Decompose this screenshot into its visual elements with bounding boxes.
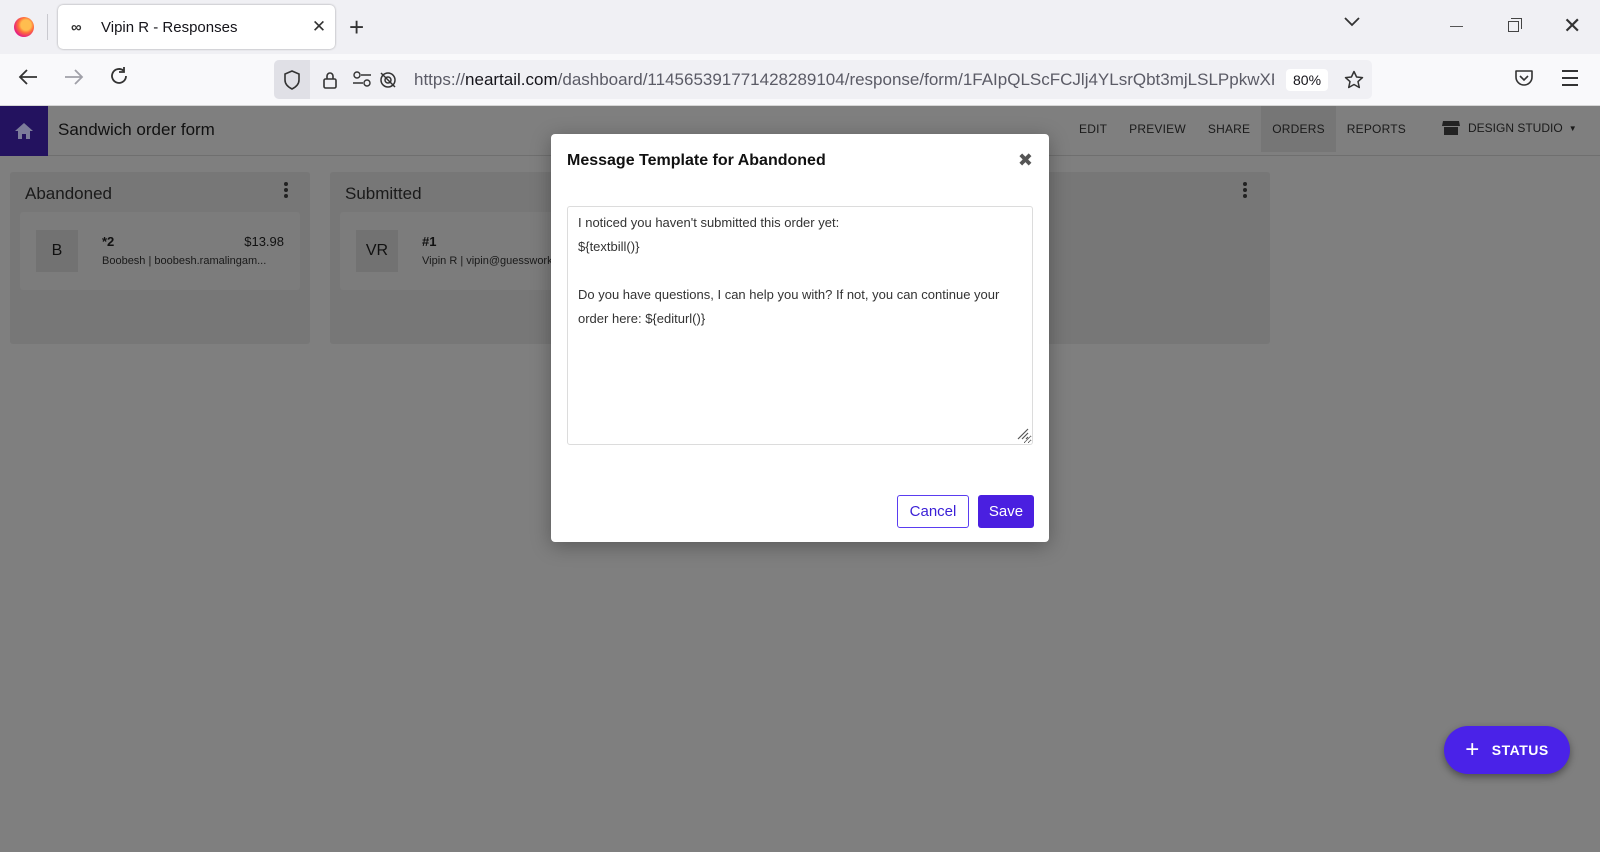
chevron-down-icon[interactable] — [1343, 15, 1361, 33]
order-price: $13.98 — [244, 234, 284, 249]
message-template-textarea[interactable]: I noticed you haven't submitted this ord… — [567, 206, 1033, 445]
column-submitted: Submitted VR #1 Vipin R | vipin@guesswor… — [330, 172, 570, 344]
order-number: *2 — [102, 234, 115, 249]
url-path: /dashboard/114565391771428289104/respons… — [557, 69, 1274, 89]
save-button[interactable]: Save — [978, 495, 1034, 528]
pocket-icon[interactable] — [1514, 69, 1534, 87]
bookmark-star-icon[interactable] — [1344, 70, 1364, 90]
close-icon[interactable]: ✖ — [1018, 150, 1033, 171]
lock-icon[interactable] — [322, 71, 338, 89]
home-icon — [15, 123, 33, 139]
close-tab-icon[interactable]: ✕ — [303, 17, 335, 37]
tab-separator — [47, 14, 48, 40]
order-card[interactable]: B *2 $13.98 Boobesh | boobesh.ramalingam… — [20, 212, 300, 290]
order-number: #1 — [422, 234, 437, 249]
browser-nav-bar: https://neartail.com/dashboard/114565391… — [0, 54, 1600, 106]
reload-icon[interactable] — [109, 65, 129, 93]
tracking-protection-shield-icon[interactable] — [274, 60, 310, 99]
caret-down-icon: ▼ — [1568, 123, 1577, 133]
order-customer: Vipin R | vipin@guesswork — [422, 255, 553, 267]
column-abandoned: Abandoned B *2 $13.98 Boobesh | boobesh.… — [10, 172, 310, 344]
resize-grip-icon[interactable] — [1015, 426, 1029, 440]
form-title: Sandwich order form — [58, 120, 215, 139]
more-vert-icon[interactable] — [1243, 182, 1247, 200]
close-window-icon[interactable]: ✕ — [1563, 14, 1581, 38]
infinity-icon: ∞ — [71, 18, 82, 36]
top-nav: EDIT PREVIEW SHARE ORDERS REPORTS — [1068, 106, 1417, 152]
design-studio-dropdown[interactable]: DESIGN STUDIO ▼ — [1442, 120, 1577, 136]
more-vert-icon[interactable] — [284, 182, 288, 200]
minimize-window-icon[interactable] — [1450, 26, 1463, 27]
message-template-dialog: Message Template for Abandoned ✖ I notic… — [551, 134, 1049, 542]
nav-reports[interactable]: REPORTS — [1336, 106, 1417, 152]
nav-preview[interactable]: PREVIEW — [1118, 106, 1197, 152]
avatar: VR — [356, 230, 398, 272]
browser-tab-bar: ∞ Vipin R - Responses ✕ + ✕ — [0, 0, 1600, 54]
plus-icon: + — [1465, 736, 1480, 763]
url-text[interactable]: https://neartail.com/dashboard/114565391… — [414, 70, 1274, 90]
zoom-level-badge[interactable]: 80% — [1286, 68, 1329, 91]
camera-blocked-icon — [380, 71, 396, 88]
permissions-icon[interactable] — [352, 70, 398, 89]
order-customer: Boobesh | boobesh.ramalingam... — [102, 255, 267, 267]
add-status-button[interactable]: + STATUS — [1444, 726, 1570, 774]
hamburger-menu-icon[interactable] — [1562, 70, 1578, 91]
avatar: B — [36, 230, 78, 272]
cancel-button[interactable]: Cancel — [897, 495, 969, 528]
home-button[interactable] — [0, 106, 48, 156]
column-other — [1040, 172, 1270, 344]
dialog-title: Message Template for Abandoned — [567, 152, 826, 169]
restore-window-icon[interactable] — [1508, 18, 1522, 32]
design-studio-label: DESIGN STUDIO — [1468, 121, 1563, 135]
new-tab-plus-icon[interactable]: + — [349, 12, 364, 42]
nav-share[interactable]: SHARE — [1197, 106, 1261, 152]
tab-title: Vipin R - Responses — [101, 18, 238, 36]
back-arrow-icon[interactable] — [18, 65, 38, 93]
url-host: neartail.com — [465, 69, 558, 89]
url-bar[interactable]: https://neartail.com/dashboard/114565391… — [274, 60, 1372, 99]
add-status-label: STATUS — [1491, 742, 1549, 758]
firefox-logo-icon[interactable] — [14, 17, 34, 37]
nav-edit[interactable]: EDIT — [1068, 106, 1118, 152]
forward-arrow-icon[interactable] — [64, 65, 84, 93]
browser-tab[interactable]: ∞ Vipin R - Responses ✕ — [58, 5, 335, 49]
url-prefix: https:// — [414, 69, 466, 89]
column-title: Abandoned — [25, 184, 112, 203]
column-title: Submitted — [345, 184, 422, 203]
store-icon — [1442, 121, 1460, 135]
order-card[interactable]: VR #1 Vipin R | vipin@guesswork — [340, 212, 570, 290]
nav-orders[interactable]: ORDERS — [1261, 106, 1336, 152]
